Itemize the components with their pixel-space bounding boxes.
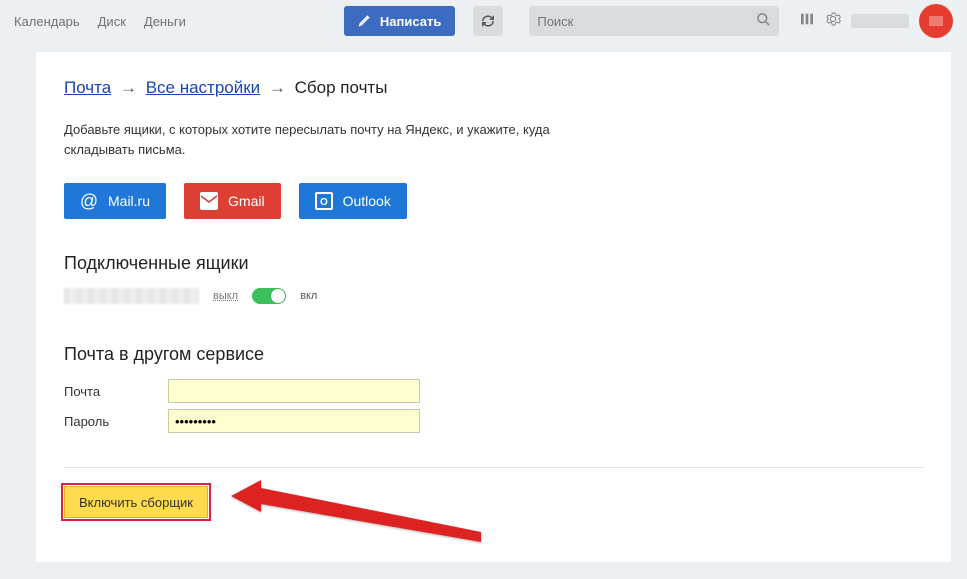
breadcrumb-sep: → [120, 78, 137, 97]
gear-icon[interactable] [825, 11, 841, 32]
enable-collector-button[interactable]: Включить сборщик [64, 486, 208, 518]
provider-label: Outlook [343, 193, 391, 209]
avatar[interactable] [919, 4, 953, 38]
connected-email-redacted [64, 288, 199, 304]
settings-card: Почта → Все настройки → Сбор почты Добав… [36, 52, 951, 562]
gmail-icon [200, 192, 218, 210]
breadcrumb: Почта → Все настройки → Сбор почты [64, 78, 923, 98]
nav-disk[interactable]: Диск [98, 14, 126, 29]
page-description: Добавьте ящики, с которых хотите пересыл… [64, 120, 584, 159]
search-box[interactable] [529, 6, 779, 36]
password-row: Пароль [64, 409, 923, 433]
mailbox-toggle[interactable] [252, 288, 286, 304]
refresh-icon [481, 14, 495, 28]
connected-mailbox-row: выкл вкл [64, 288, 923, 304]
provider-buttons: @ Mail.ru Gmail O Outlook [64, 183, 923, 219]
password-input[interactable] [168, 409, 420, 433]
compose-label: Написать [380, 14, 441, 29]
toggle-knob [271, 289, 285, 303]
username-placeholder[interactable] [851, 14, 909, 28]
connected-heading: Подключенные ящики [64, 253, 923, 274]
svg-text:O: O [320, 197, 328, 208]
breadcrumb-current: Сбор почты [295, 78, 388, 97]
topbar-right [799, 4, 953, 38]
breadcrumb-sep: → [269, 78, 286, 97]
provider-mailru-button[interactable]: @ Mail.ru [64, 183, 166, 219]
provider-outlook-button[interactable]: O Outlook [299, 183, 407, 219]
email-input[interactable] [168, 379, 420, 403]
nav-money[interactable]: Деньги [144, 14, 186, 29]
toggle-off-label[interactable]: выкл [213, 290, 238, 302]
provider-label: Gmail [228, 193, 265, 209]
topbar: Календарь Диск Деньги Написать [0, 0, 967, 42]
toggle-on-label: вкл [300, 290, 317, 302]
password-label: Пароль [64, 414, 168, 429]
nav-calendar[interactable]: Календарь [14, 14, 80, 29]
email-row: Почта [64, 379, 923, 403]
search-input[interactable] [537, 14, 756, 29]
breadcrumb-settings[interactable]: Все настройки [146, 78, 260, 97]
provider-gmail-button[interactable]: Gmail [184, 183, 281, 219]
outlook-icon: O [315, 192, 333, 210]
avatar-icon [929, 16, 943, 26]
refresh-button[interactable] [473, 6, 503, 36]
columns-icon[interactable] [799, 11, 815, 32]
breadcrumb-mail[interactable]: Почта [64, 78, 111, 97]
compose-button[interactable]: Написать [344, 6, 455, 36]
search-icon[interactable] [756, 12, 771, 31]
topbar-links: Календарь Диск Деньги [14, 14, 186, 29]
other-service-heading: Почта в другом сервисе [64, 344, 923, 365]
divider [64, 467, 923, 468]
email-label: Почта [64, 384, 168, 399]
provider-label: Mail.ru [108, 193, 150, 209]
annotation-arrow-icon [231, 466, 491, 546]
compose-icon [358, 13, 372, 30]
mailru-icon: @ [80, 192, 98, 210]
